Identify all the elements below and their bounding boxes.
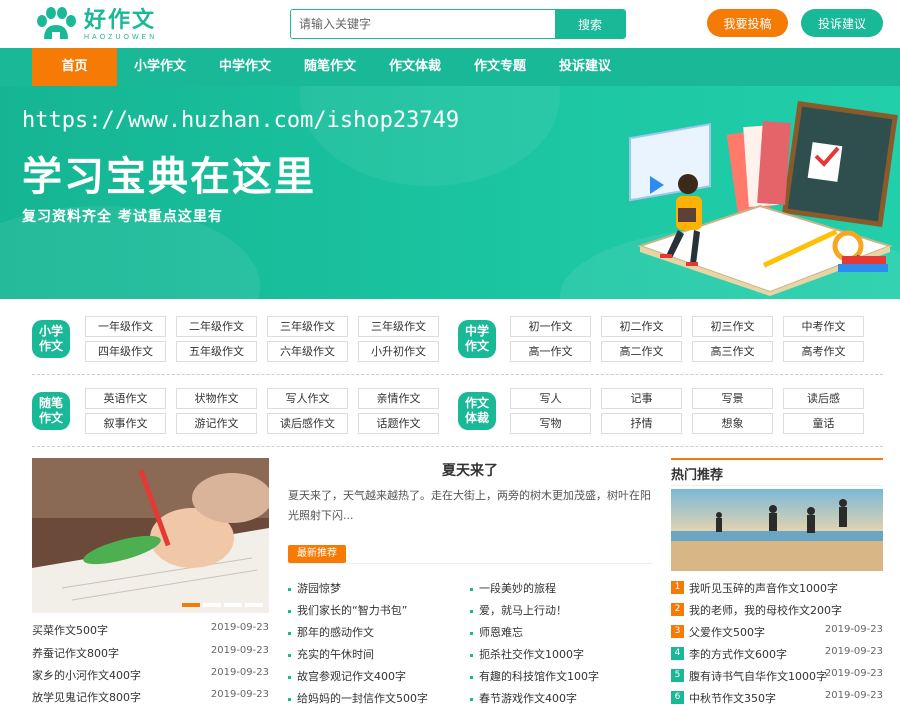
list-item[interactable]: 爱，就马上行动！ [470, 602, 567, 622]
list-item[interactable]: 故宫参观记作文400字 [288, 668, 406, 688]
banner-title: 学习宝典在这里 [22, 154, 316, 200]
nav-topics[interactable]: 作文专题 [465, 48, 535, 86]
list-item[interactable]: 家乡的小河作文400字 2019-09-23 [32, 667, 269, 687]
list-item[interactable]: 一段美妙的旅程 [470, 580, 556, 600]
search-button[interactable]: 搜索 [555, 10, 625, 38]
logo-subtitle: HAOZUOWEN [84, 33, 158, 41]
divider [32, 446, 883, 447]
paw-logo-icon [34, 7, 78, 43]
carousel-dot[interactable] [224, 603, 242, 607]
tag-senior2[interactable]: 高二作文 [601, 341, 682, 362]
hot-item[interactable]: 1 我听见玉碎的声音作文1000字 [671, 580, 883, 600]
tag-junior-entry[interactable]: 小升初作文 [358, 341, 439, 362]
hot-photo[interactable] [671, 489, 883, 571]
hot-item[interactable]: 2 我的老师，我的母校作文200字 [671, 602, 883, 622]
tag-family[interactable]: 亲情作文 [358, 388, 439, 409]
tag-genre-lyric[interactable]: 抒情 [601, 413, 682, 434]
hot-item[interactable]: 6 中秋节作文350字 2019-09-23 [671, 690, 883, 706]
search-input[interactable] [291, 10, 555, 38]
tag-genre-review[interactable]: 读后感 [783, 388, 864, 409]
tag-senior3[interactable]: 高三作文 [692, 341, 773, 362]
carousel-dot[interactable] [203, 603, 221, 607]
tag-gaokao[interactable]: 高考作文 [783, 341, 864, 362]
tag-genre-scene[interactable]: 写景 [692, 388, 773, 409]
tag-zhongkao[interactable]: 中考作文 [783, 316, 864, 337]
tag-travel[interactable]: 游记作文 [176, 413, 257, 434]
list-item[interactable]: 师恩难忘 [470, 624, 523, 644]
list-item[interactable]: 买菜作文500字 2019-09-23 [32, 622, 269, 642]
list-item[interactable]: 我们家长的“智力书包” [288, 602, 407, 622]
tag-senior1[interactable]: 高一作文 [510, 341, 591, 362]
list-item[interactable]: 游园惊梦 [288, 580, 341, 600]
hero-banner[interactable]: https://www.huzhan.com/ishop23749 学习宝典在这… [0, 86, 900, 299]
tag-genre-object[interactable]: 写物 [510, 413, 591, 434]
carousel-dot[interactable] [245, 603, 263, 607]
divider [32, 374, 883, 375]
list-item[interactable]: 扼杀社交作文1000字 [470, 646, 584, 666]
hot-title: 热门推荐 [671, 468, 724, 483]
submit-article-button[interactable]: 我要投稿 [707, 9, 788, 37]
tag-narrative[interactable]: 叙事作文 [85, 413, 166, 434]
carousel-photo[interactable] [32, 458, 269, 613]
watermark-text: https://www.huzhan.com/ishop23749 [22, 108, 460, 133]
list-item[interactable]: 春节游戏作文400字 [470, 690, 577, 706]
tag-grade2[interactable]: 二年级作文 [176, 316, 257, 337]
feature-title[interactable]: 夏天来了 [288, 460, 652, 480]
list-item[interactable]: 放学见鬼记作文800字 2019-09-23 [32, 689, 269, 706]
hot-item[interactable]: 5 腹有诗书气自华作文1000字 2019-09-23 [671, 668, 883, 688]
carousel-dot[interactable] [182, 603, 200, 607]
tag-junior3[interactable]: 初三作文 [692, 316, 773, 337]
nav-genre[interactable]: 作文体裁 [380, 48, 450, 86]
badge-genre: 作文 体裁 [458, 392, 496, 430]
tag-genre-event[interactable]: 记事 [601, 388, 682, 409]
tag-junior2[interactable]: 初二作文 [601, 316, 682, 337]
latest-badge: 最新推荐 [288, 545, 346, 563]
list-item[interactable]: 养蚕记作文800字 2019-09-23 [32, 645, 269, 665]
divider [288, 563, 652, 564]
list-item[interactable]: 给妈妈的一封信作文500字 [288, 690, 428, 706]
tag-english[interactable]: 英语作文 [85, 388, 166, 409]
badge-essay: 随笔 作文 [32, 392, 70, 430]
banner-subtitle: 复习资料齐全 考试重点这里有 [22, 209, 223, 225]
search-bar: 搜索 [290, 9, 626, 39]
badge-middle-school: 中学 作文 [458, 320, 496, 358]
list-item[interactable]: 充实的午休时间 [288, 646, 374, 666]
tag-junior1[interactable]: 初一作文 [510, 316, 591, 337]
nav-complaint[interactable]: 投诉建议 [550, 48, 620, 86]
tag-genre-imagine[interactable]: 想象 [692, 413, 773, 434]
site-header: 好作文 HAOZUOWEN 搜索 我要投稿 投诉建议 [0, 0, 900, 48]
study-illustration [620, 96, 900, 296]
feature-description: 夏天来了，天气越来越热了。走在大街上，两旁的树木更加茂盛，树叶在阳光照射下闪..… [288, 489, 651, 522]
nav-essay[interactable]: 随笔作文 [295, 48, 365, 86]
nav-home[interactable]: 首页 [32, 48, 117, 86]
tag-grade3b[interactable]: 三年级作文 [358, 316, 439, 337]
tag-topic[interactable]: 话题作文 [358, 413, 439, 434]
complaint-button[interactable]: 投诉建议 [801, 9, 883, 37]
badge-primary-school: 小学 作文 [32, 320, 70, 358]
tag-object[interactable]: 状物作文 [176, 388, 257, 409]
hot-item[interactable]: 4 李的方式作文600字 2019-09-23 [671, 646, 883, 666]
tag-grade6[interactable]: 六年级作文 [267, 341, 348, 362]
tag-grade5[interactable]: 五年级作文 [176, 341, 257, 362]
hot-item[interactable]: 3 父爱作文500字 2019-09-23 [671, 624, 883, 644]
list-item[interactable]: 有趣的科技馆作文100字 [470, 668, 599, 688]
main-nav: 首页 小学作文 中学作文 随笔作文 作文体裁 作文专题 投诉建议 [0, 48, 900, 86]
tag-grade4[interactable]: 四年级作文 [85, 341, 166, 362]
tag-review[interactable]: 读后感作文 [267, 413, 348, 434]
tag-genre-person[interactable]: 写人 [510, 388, 591, 409]
carousel-dots [182, 603, 263, 607]
logo-title: 好作文 [84, 7, 157, 33]
tag-person[interactable]: 写人作文 [267, 388, 348, 409]
list-item[interactable]: 那年的感动作文 [288, 624, 374, 644]
hot-section-header: 热门推荐 [671, 458, 883, 486]
tag-grade1[interactable]: 一年级作文 [85, 316, 166, 337]
nav-primary-school[interactable]: 小学作文 [125, 48, 195, 86]
tag-grade3[interactable]: 三年级作文 [267, 316, 348, 337]
tag-genre-fairytale[interactable]: 童话 [783, 413, 864, 434]
site-logo[interactable]: 好作文 HAOZUOWEN [34, 6, 174, 44]
nav-middle-school[interactable]: 中学作文 [210, 48, 280, 86]
